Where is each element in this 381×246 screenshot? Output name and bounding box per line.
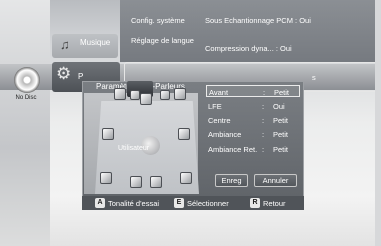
setting-row-avant[interactable]: Avant : Petit [206,85,300,97]
front-left-speaker-icon [114,88,126,100]
menu-item-config-systeme[interactable]: Config. système [131,16,185,25]
rear-right-speaker-icon [150,176,162,188]
save-button[interactable]: Enreg [215,174,248,187]
rear-left-speaker-icon [130,176,142,188]
front-right-speaker-icon [160,90,170,100]
gear-icon: ⚙ [56,64,72,83]
disc-status: No Disc [15,95,37,101]
setting-label: Centre [208,116,231,125]
setting-value: Petit [273,145,289,154]
surround-right-speaker-icon [178,128,190,140]
music-note-icon: ♫ [60,37,70,52]
setting-label: Avant [209,88,229,97]
category-settings-label: P [78,72,84,81]
setting-value: Petit [273,116,289,125]
front-right-speaker-icon [174,88,186,100]
setting-label: Ambiance [208,130,242,139]
setting-value: Oui [273,102,285,111]
surround-left-speaker-icon [102,128,114,140]
setting-row-centre[interactable]: Centre : Petit [206,114,300,126]
listener-label: Utilisateur [118,145,150,152]
key-a-icon: A [95,198,105,208]
setting-row-ambiance[interactable]: Ambiance : Petit [206,128,300,140]
setting-separator: : [262,145,265,154]
menu-item-sous-echantillonnage[interactable]: Sous Echantionnage PCM : Oui [205,16,311,25]
left-column [0,0,50,246]
tv-screen: No Disc ♫ Musique ⚙ P Config. système Ré… [0,0,381,246]
setting-value: Petit [274,88,290,97]
center-speaker-icon [140,93,152,105]
setting-row-ambiance-ret[interactable]: Ambiance Ret. : Petit [206,143,300,155]
setting-separator: : [262,130,265,139]
footer-return: Retour [263,199,286,208]
menu-item-compression-dynamique[interactable]: Compression dyna... : Oui [205,44,292,53]
setting-separator: : [262,116,265,125]
category-music-label: Musique [80,38,111,47]
setting-separator: : [263,88,266,97]
setting-label: Ambiance Ret. [208,145,258,154]
menu-item-speaker-setup[interactable]: s [312,73,316,82]
key-return-icon: R [250,198,260,208]
footer-select: Sélectionner [187,199,229,208]
setting-row-lfe[interactable]: LFE : Oui [206,100,300,112]
key-enter-icon: E [174,198,184,208]
setting-label: LFE [208,102,222,111]
front-left-speaker-icon [130,90,140,100]
setting-separator: : [262,102,265,111]
disc-icon [14,67,40,93]
rear-right-speaker-icon [180,172,192,184]
menu-item-reglage-langue[interactable]: Réglage de langue [131,36,194,45]
screen-edge [375,0,381,246]
cancel-button[interactable]: Annuler [254,174,297,187]
rear-left-speaker-icon [100,172,112,184]
footer-test-tone: Tonalité d'essai [108,199,160,208]
setting-value: Petit [273,130,289,139]
